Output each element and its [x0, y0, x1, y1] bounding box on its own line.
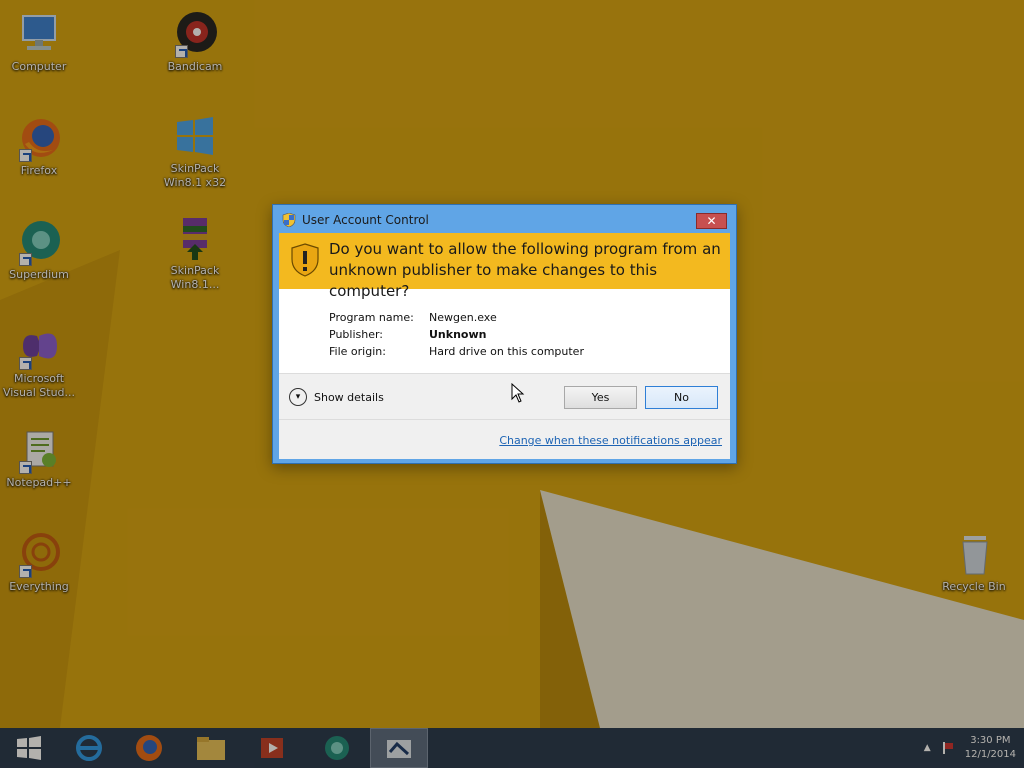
uac-question: Do you want to allow the following progr…	[329, 240, 721, 300]
no-button[interactable]: No	[645, 386, 718, 409]
publisher-value: Unknown	[429, 328, 487, 341]
uac-shield-icon	[282, 213, 296, 227]
dialog-footer: ▾ Show details Yes No Change when these …	[279, 373, 730, 459]
warning-banner: Do you want to allow the following progr…	[279, 233, 730, 300]
program-info: Program name: Newgen.exe Publisher: Unkn…	[329, 309, 584, 360]
yes-button[interactable]: Yes	[564, 386, 637, 409]
file-origin-row: File origin: Hard drive on this computer	[329, 343, 584, 360]
dialog-title: User Account Control	[302, 213, 429, 227]
close-button[interactable]: ✕	[696, 213, 727, 229]
program-name-value: Newgen.exe	[429, 311, 497, 324]
publisher-label: Publisher:	[329, 328, 384, 341]
dialog-body: Do you want to allow the following progr…	[279, 233, 730, 459]
chevron-down-icon: ▾	[289, 388, 307, 406]
file-origin-value: Hard drive on this computer	[429, 345, 584, 358]
show-details-label: Show details	[314, 390, 384, 404]
publisher-row: Publisher: Unknown	[329, 326, 584, 343]
uac-dialog: User Account Control ✕ Do you want to al…	[272, 204, 737, 464]
program-name-label: Program name:	[329, 311, 414, 324]
show-details-toggle[interactable]: ▾ Show details	[289, 388, 384, 406]
program-name-row: Program name: Newgen.exe	[329, 309, 584, 326]
mouse-cursor-icon	[511, 383, 525, 403]
dialog-titlebar[interactable]: User Account Control ✕	[273, 205, 736, 233]
warning-shield-icon	[291, 243, 319, 277]
footer-divider	[279, 419, 730, 420]
change-notifications-link[interactable]: Change when these notifications appear	[499, 434, 722, 447]
file-origin-label: File origin:	[329, 345, 386, 358]
